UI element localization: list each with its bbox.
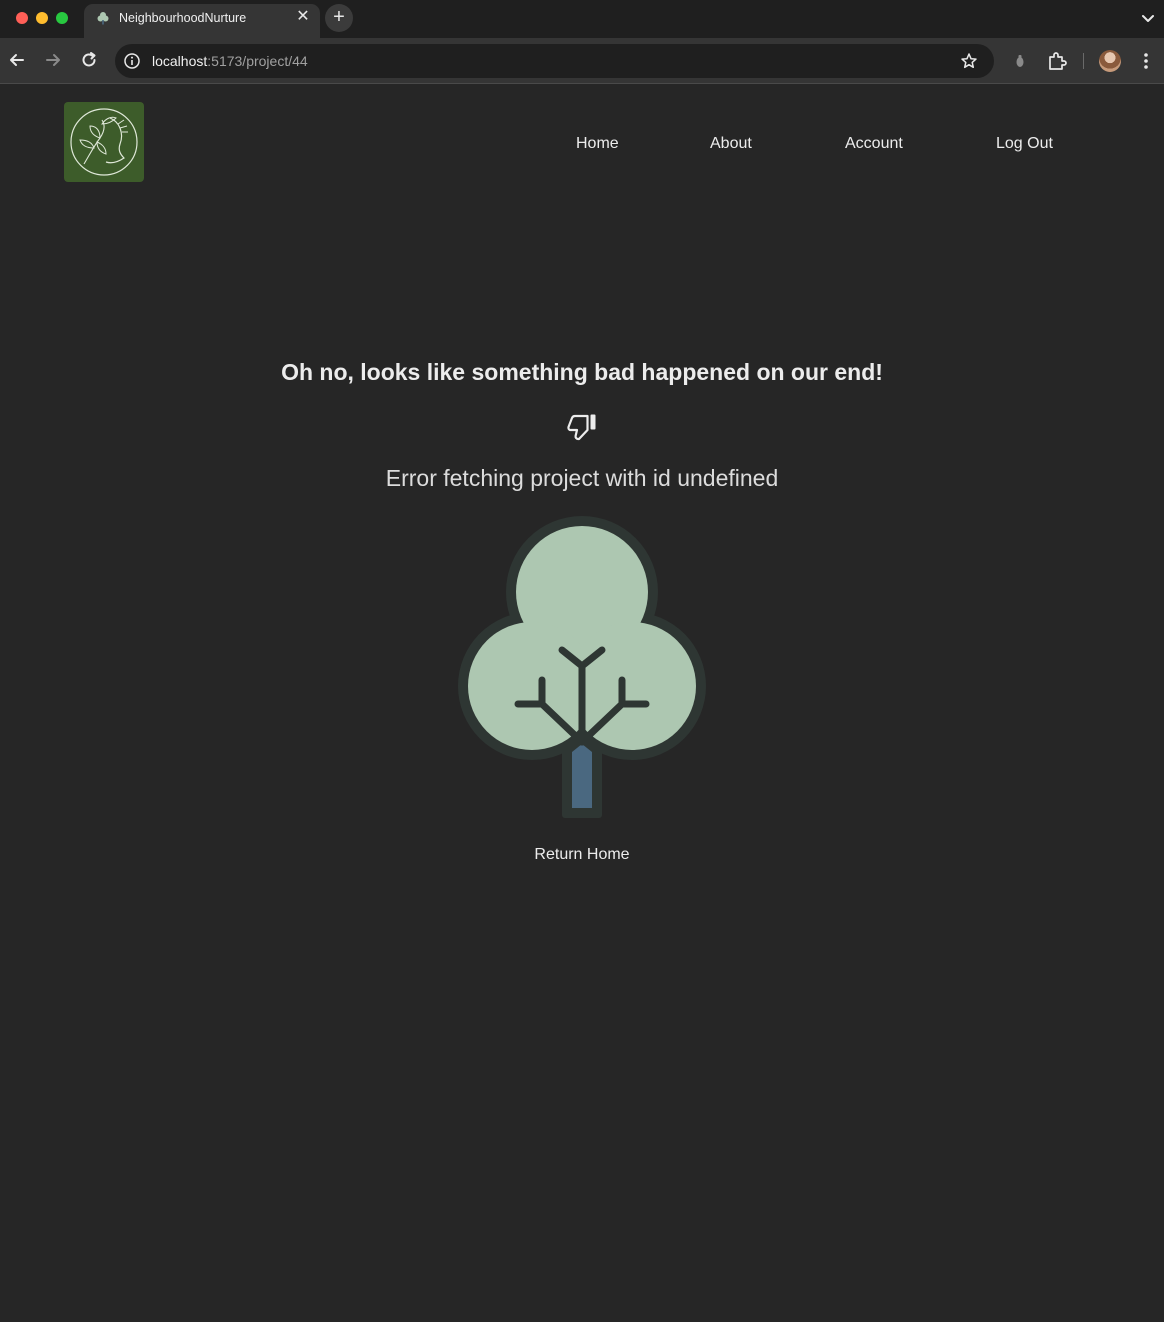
chevron-down-icon[interactable] [1138,8,1158,28]
nav-home[interactable]: Home [576,135,619,153]
site-logo[interactable] [64,102,144,182]
browser-toolbar: localhost:5173/project/44 [0,38,1164,84]
thumbs-down-icon [567,414,596,441]
tab-close-icon[interactable]: ✕ [293,7,313,27]
error-message: Error fetching project with id undefined [385,465,779,491]
nav-about[interactable]: About [710,135,752,153]
nav-log-out[interactable]: Log Out [996,135,1053,153]
more-menu-icon[interactable] [1135,50,1157,72]
back-arrow-icon[interactable] [7,50,27,70]
url-path: :5173/project/44 [207,53,308,69]
profile-avatar[interactable] [1099,50,1121,72]
browser-tab[interactable]: NeighbourhoodNurture ✕ [84,4,320,38]
puzzle-extensions-icon[interactable] [1046,50,1068,72]
page: Home About Account Log Out Oh no, looks … [0,85,1164,1322]
address-bar[interactable]: localhost:5173/project/44 [115,44,994,78]
extension-icon[interactable] [1009,50,1031,72]
site-info-icon[interactable] [123,52,141,70]
maximize-window-button[interactable] [56,12,68,24]
url-text[interactable]: localhost:5173/project/44 [152,53,308,69]
return-home-link[interactable]: Return Home [0,846,1164,864]
minimize-window-button[interactable] [36,12,48,24]
error-title: Oh no, looks like something bad happened… [281,359,883,385]
forward-arrow-icon[interactable] [43,50,63,70]
reload-icon[interactable] [79,50,99,70]
browser-titlebar: NeighbourhoodNurture ✕ + [0,0,1164,38]
url-host: localhost [152,53,208,69]
tree-illustration [458,516,706,818]
tab-title: NeighbourhoodNurture [119,11,247,25]
floral-portrait-logo-icon [70,108,138,176]
bookmark-star-icon[interactable] [960,52,978,70]
tree-favicon-icon [97,12,109,25]
toolbar-divider [1083,53,1084,69]
new-tab-button[interactable]: + [325,4,353,32]
close-window-button[interactable] [16,12,28,24]
nav-account[interactable]: Account [845,135,903,153]
